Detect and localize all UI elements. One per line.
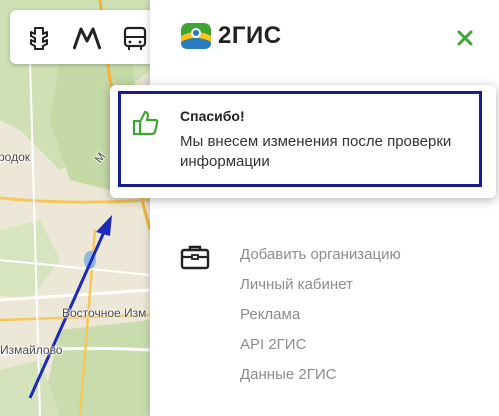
logo[interactable]: 2ГИС [180,22,282,50]
side-panel: 2ГИС Добавить организацию Личный кабинет… [150,0,499,416]
thank-you-notification: Спасибо! Мы внесем изменения после прове… [110,85,496,198]
briefcase-icon [180,244,210,275]
traffic-light-icon [30,27,48,50]
notification-message: Мы внесем изменения после проверки инфор… [180,133,452,170]
map-label-gorodok: родок [0,150,31,164]
metro-icon [73,27,101,50]
close-icon [457,30,473,46]
metro-button[interactable] [72,24,102,54]
transport-button[interactable] [120,24,150,54]
menu-item-advertising[interactable]: Реклама [240,303,401,333]
menu-item-data[interactable]: Данные 2ГИС [240,363,401,393]
menu-item-add-organization[interactable]: Добавить организацию [240,243,401,273]
thumbs-up-icon [132,109,160,142]
menu-item-personal-account[interactable]: Личный кабинет [240,273,401,303]
map-label-vostochnoe: Восточное Изм [62,306,147,320]
menu-item-api[interactable]: API 2ГИС [240,333,401,363]
notification-title: Спасибо! [180,108,245,124]
2gis-logo-icon [181,23,211,49]
bus-icon [123,26,147,50]
map-layers-toolbar [10,10,155,64]
close-button[interactable] [455,28,475,48]
traffic-button[interactable] [24,24,54,54]
logo-text: 2ГИС [218,22,282,49]
business-menu: Добавить организацию Личный кабинет Рекл… [240,243,401,393]
annotation-arrowhead [96,215,112,236]
map-label-izmaylovo: Измайлово [0,343,63,357]
